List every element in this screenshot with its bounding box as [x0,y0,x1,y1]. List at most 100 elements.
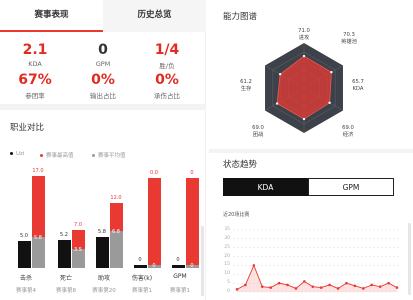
stat-kda: 2.1 KDA [0,42,70,68]
radar-point-5 [278,73,282,76]
bar-value-avg-3: 0 [152,263,156,269]
legend-avg-label: 赛事平均值 [98,153,126,159]
stat-gpm-value: 0 [98,42,108,58]
trend-point-12 [336,287,340,290]
category-label-4: GPM [173,273,187,280]
bar-value-uzi-1: 5.2 [60,231,68,238]
legend-avg-dot [92,154,95,157]
tab-match-performance[interactable]: 赛事表现 [0,0,103,32]
category-label-0: 击杀 [19,275,32,282]
bar-uzi-1 [58,239,71,268]
radar-label-axis-5: 生存 [240,85,252,92]
bar-value-uzi-0: 5.0 [20,232,28,239]
bar-value-uzi-2: 5.8 [98,228,106,235]
stat-damage-share-value: 0% [91,72,115,88]
bar-uzi-3 [134,265,147,268]
tab-history-overview[interactable]: 历史总览 [103,0,206,32]
radar-label-0: 71.0 进攻 [292,28,316,41]
stat-participation-value: 67% [18,72,52,88]
radar-point-3 [302,117,306,121]
trend-point-1 [244,283,247,287]
bar-value-max-1: 7.0 [74,222,82,229]
bar-uzi-2 [96,236,109,268]
bar-value-uzi-4: 0 [176,257,180,263]
trend-point-10 [319,286,323,289]
radar-label-4: 69.0 团战 [246,125,270,138]
bar-value-avg-4: 0 [190,263,194,269]
stat-win-loss: 1/4 胜/负 [132,42,202,70]
stat-kda-label: KDA [28,60,42,68]
trend-point-16 [370,283,374,287]
bar-value-max-0: 17.0 [32,168,44,174]
bar-value-uzi-3: 0 [138,257,142,263]
match-rank-label-4: 赛事第1 [170,288,190,294]
bar-uzi-0 [18,240,31,268]
right-scrollbar[interactable] [408,223,411,295]
toggle-gpm-button[interactable]: GPM [308,178,394,196]
trend-point-2 [252,264,256,267]
legend-uzi: Uzi [10,151,24,157]
stat-gpm-label: GPM [95,60,111,68]
category-label-1: 死亡 [59,275,72,282]
stat-damage-share-label: 输出占比 [90,92,116,100]
stat-tank-share-label: 承伤占比 [154,92,180,100]
trend-point-11 [328,283,331,287]
stat-tank-share: 0% 承伤占比 [132,72,202,100]
trend-point-5 [277,281,281,285]
match-rank-label-0: 赛事第4 [16,288,36,294]
bar-value-avg-0: 5.8 [34,234,42,241]
radar-label-3: 69.0 经济 [336,125,360,138]
stat-damage-share: 0% 输出占比 [68,72,138,100]
trend-point-17 [378,285,382,288]
bar-uzi-4 [172,265,185,268]
trend-point-0 [235,288,239,291]
trend-y-tick-4: 20 [224,253,230,259]
stat-tank-share-value: 0% [155,72,179,88]
legend-max-dot [40,154,43,157]
trend-area [237,265,397,292]
radar-label-axis-1: 英雄池 [341,38,357,45]
match-rank-label-2: 赛事第20 [92,288,116,294]
radar-point-0 [302,54,306,58]
stat-participation-label: 参团率 [25,92,45,100]
bar-value-max-4: 0 [190,170,194,176]
bar-avg-0 [32,236,45,268]
tab-bar: 赛事表现 历史总览 [0,0,206,32]
bar-value-avg-1: 3.5 [74,247,82,254]
trend-y-tick-1: 5 [227,280,230,286]
category-label-3: 伤害(k) [131,275,153,282]
radar-label-axis-3: 经济 [342,131,354,138]
category-label-2: 助攻 [97,275,110,282]
trend-point-15 [362,287,365,290]
trend-y-tick-6: 30 [224,235,230,241]
radar-label-2: 65.7 KDA [346,79,370,92]
toggle-kda-button[interactable]: KDA [223,178,308,196]
trend-point-14 [353,284,357,288]
left-panel: 赛事表现 历史总览 2.1 KDA 0 GPM 1/4 胜/负 67% 参团率 … [0,0,206,300]
radar-point-4 [275,102,279,105]
radar-label-1: 70.3 英雄池 [337,32,361,45]
radar-label-axis-4: 团战 [252,131,264,138]
trend-y-tick-0: 0 [227,289,230,294]
trend-y-tick-2: 10 [224,271,230,277]
bar-value-max-3: 0.0 [150,170,158,176]
left-scrollbar[interactable] [201,226,204,296]
trend-point-8 [303,280,306,283]
trend-point-7 [294,287,298,290]
trend-line-chart [233,229,401,293]
trend-point-18 [387,281,390,285]
legend-uzi-label: Uzi [16,151,25,157]
stat-win-loss-value: 1/4 [154,42,180,58]
trend-point-13 [345,281,348,285]
radar-label-5: 61.2 生存 [234,79,258,92]
trend-point-19 [395,286,399,289]
right-section-divider [209,149,413,153]
stat-kda-value: 2.1 [22,42,48,58]
match-rank-label-3: 赛事第1 [132,288,152,294]
trend-point-4 [269,286,272,289]
trend-y-tick-7: 35 [224,227,230,232]
bar-value-avg-2: 6.8 [112,229,120,236]
legend-max-label: 赛事最高值 [46,153,74,159]
duty-compare-title: 职业对比 [10,123,45,133]
ability-radar-chart [264,43,344,133]
